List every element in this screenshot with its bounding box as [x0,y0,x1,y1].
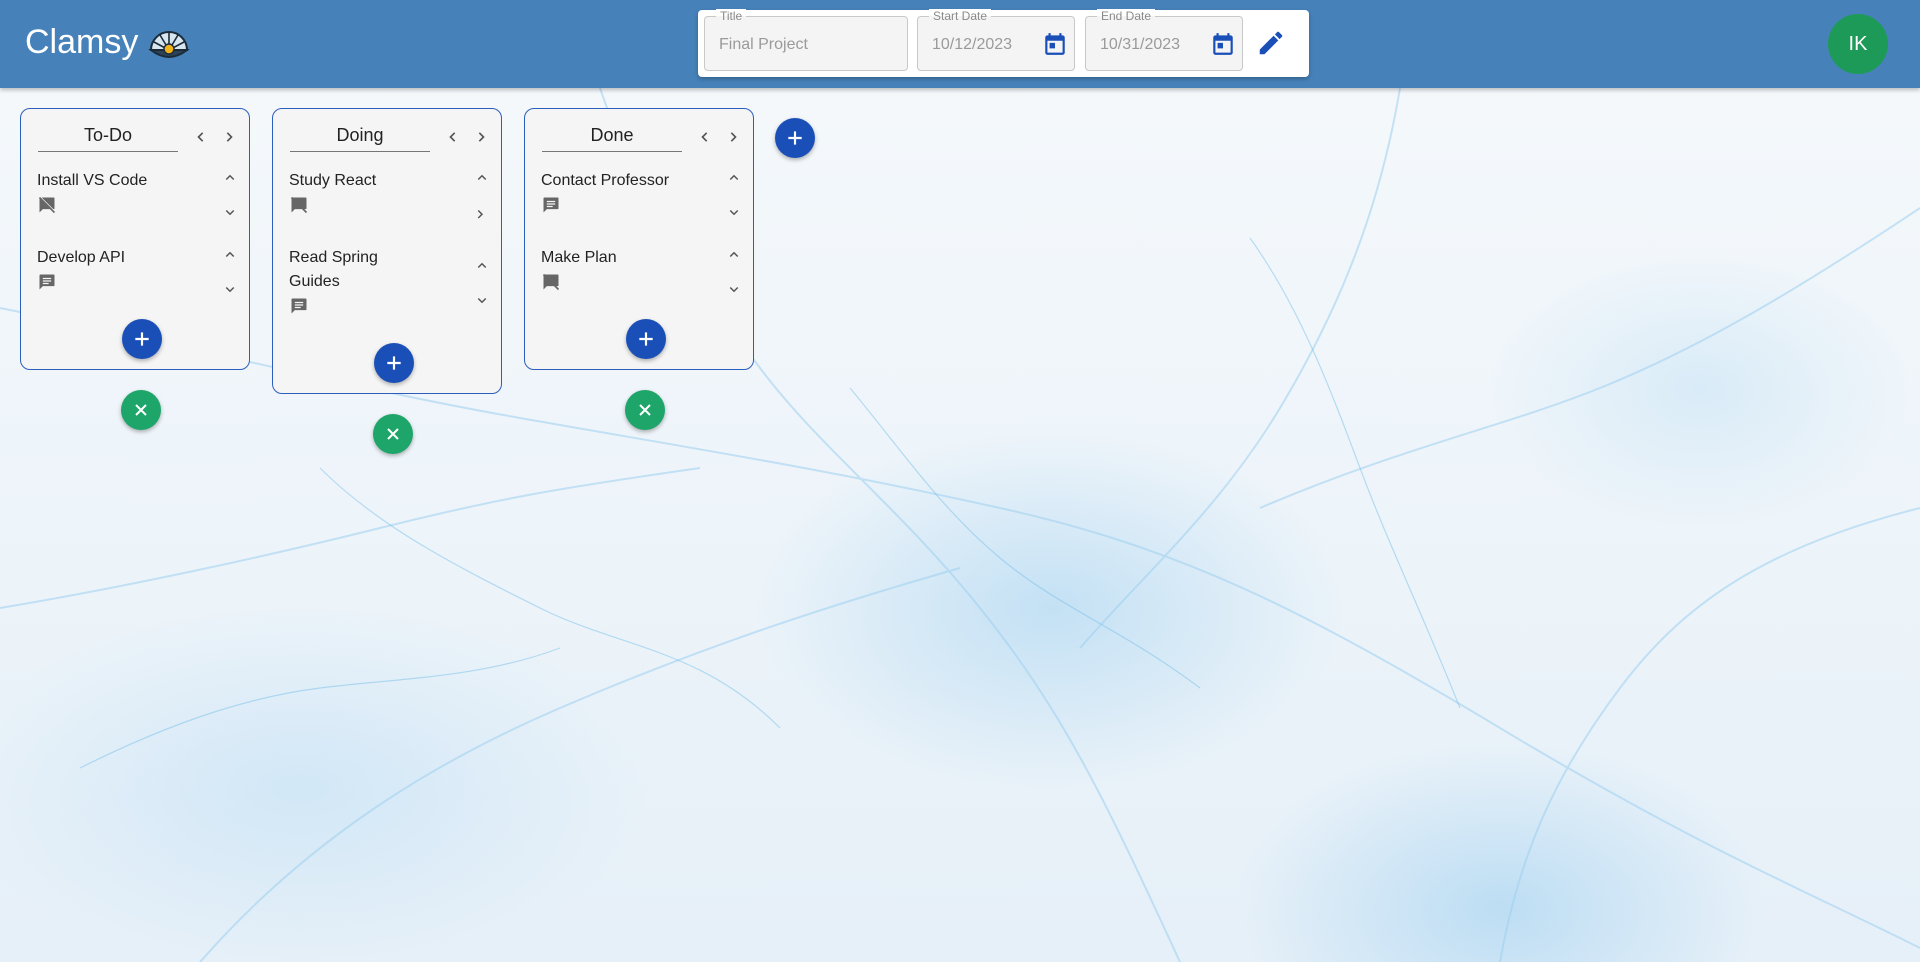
delete-column-button[interactable] [373,414,413,454]
end-date-field[interactable]: End Date 10/31/2023 [1085,9,1243,71]
task-card[interactable]: Make Plan [541,246,739,316]
column-doing: Doing Study React Read Spring Guides [272,108,502,394]
move-down-icon[interactable] [473,291,491,309]
chevron-left-icon[interactable] [695,127,715,147]
comments-disabled-icon[interactable] [541,272,561,292]
calendar-icon[interactable] [1210,31,1236,57]
app-bar: Clamsy Title Final Project Start Date 10… [0,0,1920,88]
task-title: Study React [289,172,377,189]
task-title: Make Plan [541,249,617,266]
task-title: Read Spring Guides [289,249,378,290]
delete-column-button[interactable] [121,390,161,430]
end-date-label: End Date [1097,9,1156,23]
task-title: Contact Professor [541,172,670,189]
column-title[interactable]: Doing [290,123,430,152]
move-down-icon[interactable] [473,203,491,221]
title-field-value: Final Project [719,36,808,53]
move-up-icon[interactable] [473,169,491,187]
user-avatar[interactable]: IK [1828,14,1888,74]
column-todo: To-Do Install VS Code Develop API [20,108,250,370]
move-down-icon[interactable] [725,203,743,221]
title-field[interactable]: Title Final Project [704,9,908,71]
comments-icon[interactable] [37,272,57,292]
end-date-value: 10/31/2023 [1100,36,1181,53]
clam-shell-icon [148,24,190,64]
add-task-button[interactable] [626,319,666,359]
chevron-right-icon[interactable] [723,127,743,147]
task-card[interactable]: Develop API [37,246,235,316]
move-down-icon[interactable] [221,280,239,298]
start-date-value: 10/12/2023 [932,36,1013,53]
move-up-icon[interactable] [725,246,743,264]
start-date-label: Start Date [929,9,992,23]
move-down-icon[interactable] [725,280,743,298]
comments-icon[interactable] [289,296,309,316]
task-card[interactable]: Read Spring Guides [289,246,487,340]
calendar-icon[interactable] [1042,31,1068,57]
pencil-edit-icon[interactable] [1256,28,1286,58]
title-field-label: Title [716,9,747,23]
task-card[interactable]: Install VS Code [37,169,235,239]
column-done: Done Contact Professor Make Plan [524,108,754,370]
task-title: Install VS Code [37,172,148,189]
project-details-card: Title Final Project Start Date 10/12/202… [698,9,1309,77]
comments-disabled-icon[interactable] [289,195,309,215]
start-date-field[interactable]: Start Date 10/12/2023 [917,9,1075,71]
comments-icon[interactable] [541,195,561,215]
chevron-left-icon[interactable] [443,127,463,147]
comments-disabled-icon[interactable] [37,195,57,215]
add-column-button[interactable] [775,118,815,158]
chevron-right-icon[interactable] [471,127,491,147]
add-task-button[interactable] [122,319,162,359]
task-title: Develop API [37,249,126,266]
move-up-icon[interactable] [725,169,743,187]
app-name: Clamsy [25,23,139,61]
delete-column-button[interactable] [625,390,665,430]
move-down-icon[interactable] [221,203,239,221]
task-card[interactable]: Study React [289,169,487,239]
column-title[interactable]: To-Do [38,123,178,152]
chevron-left-icon[interactable] [191,127,211,147]
task-card[interactable]: Contact Professor [541,169,739,239]
column-title[interactable]: Done [542,123,682,152]
chevron-right-icon[interactable] [219,127,239,147]
add-task-button[interactable] [374,343,414,383]
move-up-icon[interactable] [221,246,239,264]
move-up-icon[interactable] [221,169,239,187]
move-up-icon[interactable] [473,257,491,275]
